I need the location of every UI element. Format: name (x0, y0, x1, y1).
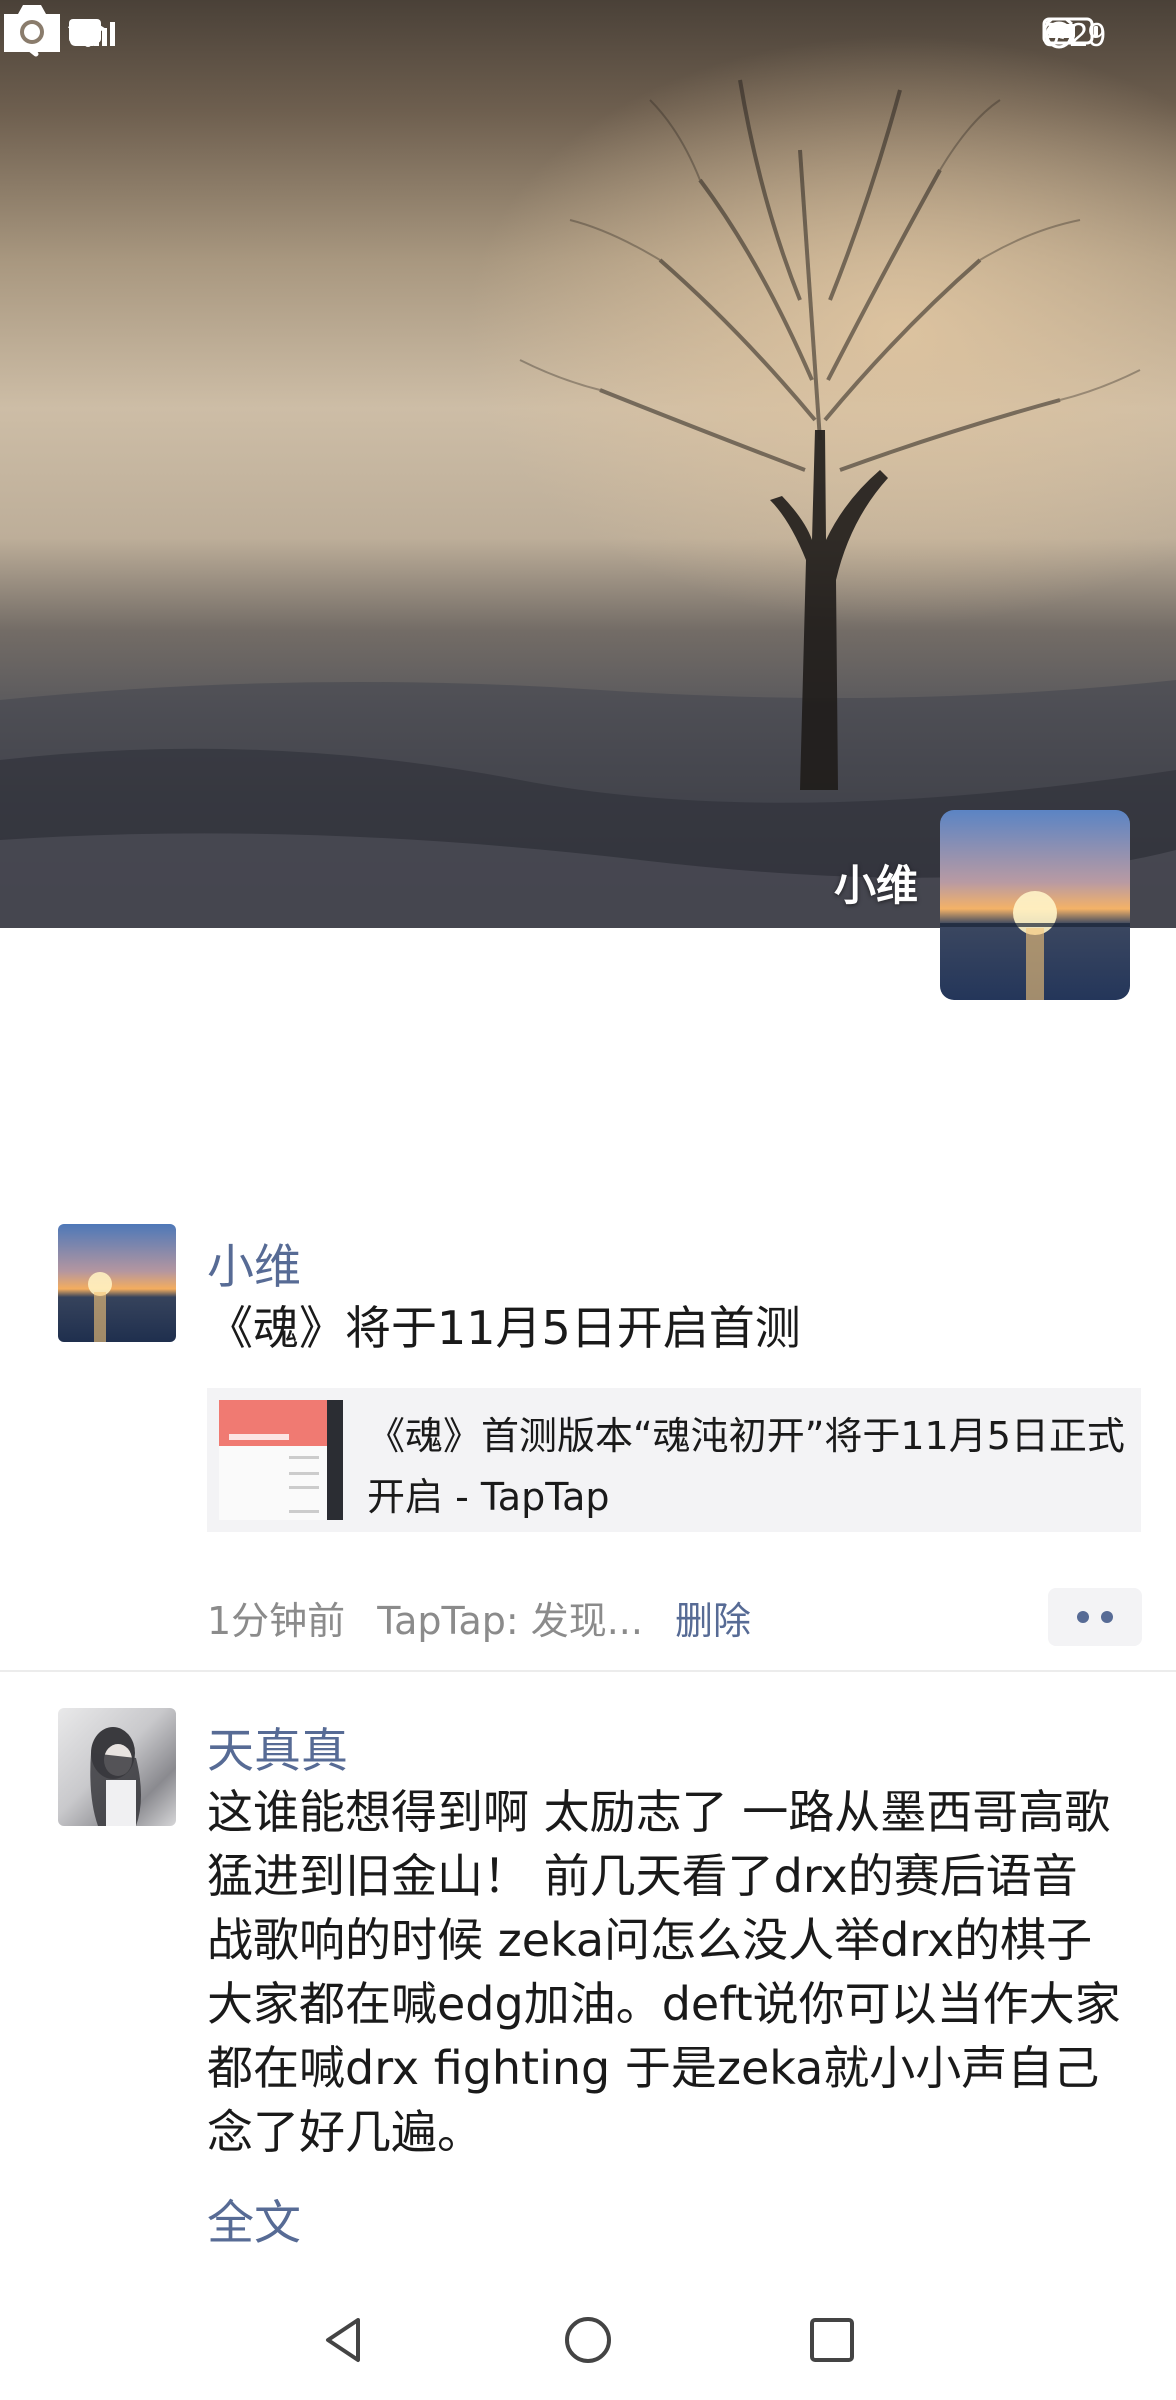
camera-button[interactable] (0, 0, 64, 56)
sunset-avatar-image (940, 891, 1130, 1000)
recents-square-icon[interactable] (804, 2312, 860, 2368)
girl-avatar-image (90, 1727, 141, 1826)
post-author[interactable]: 天真真 (207, 1712, 348, 1781)
post-text: 《魂》将于11月5日开启首测 (207, 1301, 801, 1355)
tree-illustration (0, 79, 1176, 928)
system-navigation-bar (0, 2272, 1176, 2400)
post-meta: 1分钟前 TapTap: 发现... 删除 (207, 1590, 751, 1645)
post-author[interactable]: 小维 (207, 1228, 301, 1297)
divider (0, 1670, 1176, 1672)
dot-icon (1077, 1611, 1089, 1623)
avatar[interactable] (58, 1224, 176, 1342)
shared-link-card[interactable]: 《魂》首测版本“魂沌初开”将于11月5日正式开启 - TapTap (207, 1388, 1141, 1532)
dot-icon (1101, 1611, 1113, 1623)
link-title: 《魂》首测版本“魂沌初开”将于11月5日正式开启 - TapTap (367, 1414, 1125, 1519)
profile-avatar[interactable] (940, 810, 1130, 1000)
post-time: 1分钟前 (207, 1599, 346, 1643)
post-text: 这谁能想得到啊 太励志了 一路从墨西哥高歌猛进到旧金山！ 前几天看了drx的赛后… (207, 1785, 1121, 2159)
avatar[interactable] (58, 1708, 176, 1826)
huawei-share-icon (70, 20, 98, 46)
link-thumbnail (219, 1400, 343, 1520)
delete-button[interactable]: 删除 (675, 1590, 751, 1645)
more-actions-button[interactable] (1048, 1588, 1142, 1646)
back-triangle-icon[interactable] (316, 2312, 372, 2368)
status-bar: HD 4G (0, 0, 1176, 72)
home-circle-icon[interactable] (560, 2312, 616, 2368)
profile-name[interactable]: 小维 (834, 852, 918, 913)
taptap-page-thumbnail (219, 1400, 343, 1520)
post-source[interactable]: TapTap: 发现... (377, 1590, 643, 1645)
full-text-link[interactable]: 全文 (207, 2184, 301, 2253)
battery-icon (1042, 17, 1098, 45)
cover-photo[interactable]: HD 4G (0, 0, 1176, 928)
sunset-avatar-image (88, 1272, 112, 1342)
